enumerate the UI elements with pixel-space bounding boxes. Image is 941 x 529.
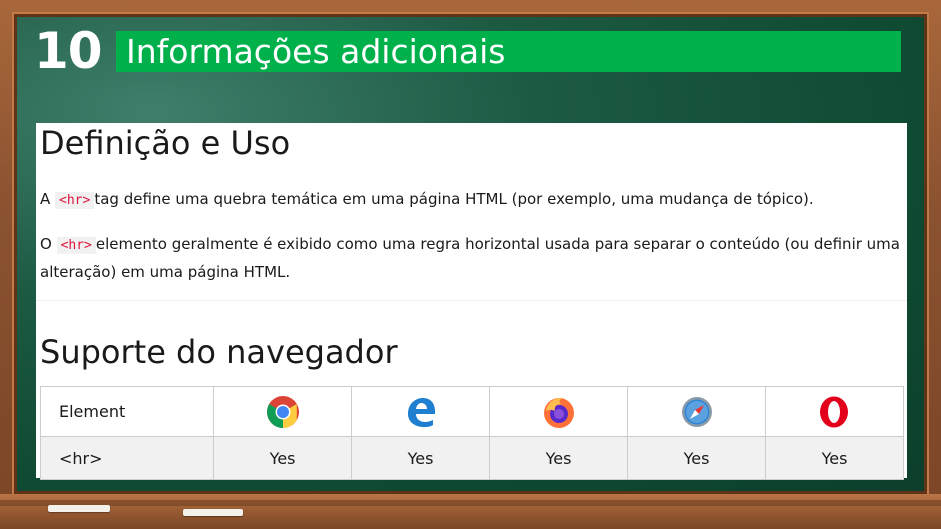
p1-suffix: tag define uma quebra temática em uma pá… bbox=[94, 190, 814, 208]
element-cell: <hr> bbox=[39, 436, 215, 480]
content-panel: Definição e Uso A <hr> tag define uma que… bbox=[36, 123, 907, 480]
browser-support-table: Element <hr> Yes Yes Yes Yes Yes bbox=[39, 386, 905, 480]
p2-prefix: O bbox=[40, 235, 57, 253]
section-divider bbox=[36, 300, 907, 301]
hr-code: <hr> bbox=[56, 237, 96, 254]
hr-code: <hr> bbox=[55, 192, 95, 209]
title-bar: Informações adicionais bbox=[116, 31, 901, 72]
table-header-row: Element bbox=[39, 386, 905, 437]
browser-header bbox=[627, 386, 766, 437]
support-cell: Yes bbox=[764, 436, 905, 480]
chalk-tray-lip bbox=[0, 500, 941, 506]
chalk-piece bbox=[183, 509, 243, 516]
chrome-icon bbox=[266, 395, 299, 428]
edge-icon bbox=[407, 397, 435, 427]
support-cell: Yes bbox=[213, 436, 353, 480]
definition-paragraph-2: O <hr> elemento geralmente é exibido como… bbox=[40, 231, 900, 285]
p2-suffix: elemento geralmente é exibido como uma r… bbox=[40, 235, 900, 281]
support-cell: Yes bbox=[627, 436, 766, 480]
browser-header bbox=[351, 386, 491, 437]
browser-header bbox=[489, 386, 629, 437]
safari-icon bbox=[681, 396, 712, 427]
browser-header bbox=[764, 386, 905, 437]
slide-title: Informações adicionais bbox=[126, 32, 506, 71]
definition-heading: Definição e Uso bbox=[40, 124, 291, 162]
table-row: <hr> Yes Yes Yes Yes Yes bbox=[39, 436, 905, 480]
definition-paragraph-1: A <hr> tag define uma quebra temática em … bbox=[40, 187, 900, 213]
support-heading: Suporte do navegador bbox=[40, 333, 398, 371]
opera-icon bbox=[820, 396, 849, 427]
support-cell: Yes bbox=[489, 436, 629, 480]
element-header: Element bbox=[39, 386, 215, 437]
firefox-icon bbox=[543, 397, 574, 428]
p1-prefix: A bbox=[40, 190, 56, 208]
slide-number: 10 bbox=[34, 22, 103, 80]
support-cell: Yes bbox=[351, 436, 491, 480]
browser-header bbox=[213, 386, 353, 437]
chalk-piece bbox=[48, 505, 110, 512]
